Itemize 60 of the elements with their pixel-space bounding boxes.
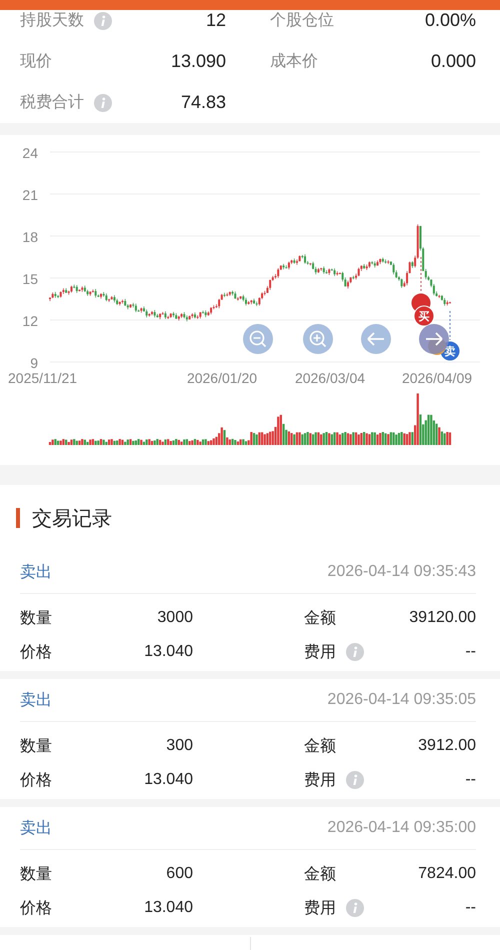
field-value: -- <box>465 643 476 661</box>
stat-value: 0.00% <box>424 10 476 31</box>
axis-label: 2026/04/09 <box>402 370 472 386</box>
field-label: 数量 <box>20 736 52 756</box>
field-label: 数量 <box>20 864 52 884</box>
axis-label: 9 <box>30 355 38 371</box>
field-value: 3912.00 <box>418 737 476 755</box>
trade-time: 2026-04-14 09:35:43 <box>327 563 476 581</box>
field-label: 数量 <box>20 608 52 628</box>
section-title: 交易记录 <box>32 504 112 532</box>
info-icon[interactable] <box>346 771 364 789</box>
field-label: 费用 <box>304 770 336 790</box>
leader-line <box>420 256 422 292</box>
axis-label: 21 <box>22 187 38 203</box>
trade-type: 卖出 <box>20 562 52 582</box>
axis-label: 2025/11/21 <box>8 370 78 386</box>
field-label: 费用 <box>304 642 336 662</box>
stat-value: 12 <box>206 10 226 31</box>
stat-label: 个股仓位 <box>270 10 334 31</box>
stat-value: 74.83 <box>180 92 226 113</box>
axis-label: 15 <box>22 271 38 287</box>
field-label: 价格 <box>20 770 52 790</box>
field-value: -- <box>465 771 476 789</box>
field-value: 39120.00 <box>409 609 476 627</box>
field-value: 600 <box>166 865 193 883</box>
stat-value: 0.000 <box>430 51 476 72</box>
field-label: 价格 <box>20 642 52 662</box>
zoom-out-icon[interactable] <box>243 324 273 354</box>
trade-type: 卖出 <box>20 690 52 710</box>
field-value: 300 <box>166 737 193 755</box>
stat-label: 税费合计 <box>20 92 84 113</box>
buy-marker: 买 <box>414 306 434 326</box>
field-label: 价格 <box>20 898 52 918</box>
info-icon[interactable] <box>94 94 112 112</box>
field-label: 金额 <box>304 608 336 628</box>
field-label: 费用 <box>304 898 336 918</box>
axis-label: 2026/01/20 <box>186 370 258 386</box>
field-value: -- <box>465 899 476 917</box>
axis-label: 18 <box>22 229 38 245</box>
trade-time: 2026-04-14 09:35:05 <box>327 691 476 709</box>
trade-type: 卖出 <box>20 818 52 838</box>
field-value: 7824.00 <box>418 865 476 883</box>
trade-time: 2026-04-14 09:35:00 <box>327 819 476 837</box>
field-value: 3000 <box>157 609 193 627</box>
field-label: 金额 <box>304 864 336 884</box>
axis-label: 12 <box>22 313 38 329</box>
field-label: 金额 <box>304 736 336 756</box>
field-value: 13.040 <box>144 899 193 917</box>
axis-label: 2026/03/04 <box>294 370 366 386</box>
stat-label: 成本价 <box>270 51 318 72</box>
stat-label: 现价 <box>20 51 52 72</box>
info-icon[interactable] <box>346 643 364 661</box>
zoom-in-icon[interactable] <box>303 324 333 354</box>
stat-value: 13.090 <box>170 51 226 72</box>
field-value: 13.040 <box>144 771 193 789</box>
field-value: 13.040 <box>144 643 193 661</box>
axis-label: 24 <box>22 145 38 161</box>
info-icon[interactable] <box>346 899 364 917</box>
stat-label: 持股天数 <box>20 10 84 31</box>
info-icon[interactable] <box>94 12 112 30</box>
